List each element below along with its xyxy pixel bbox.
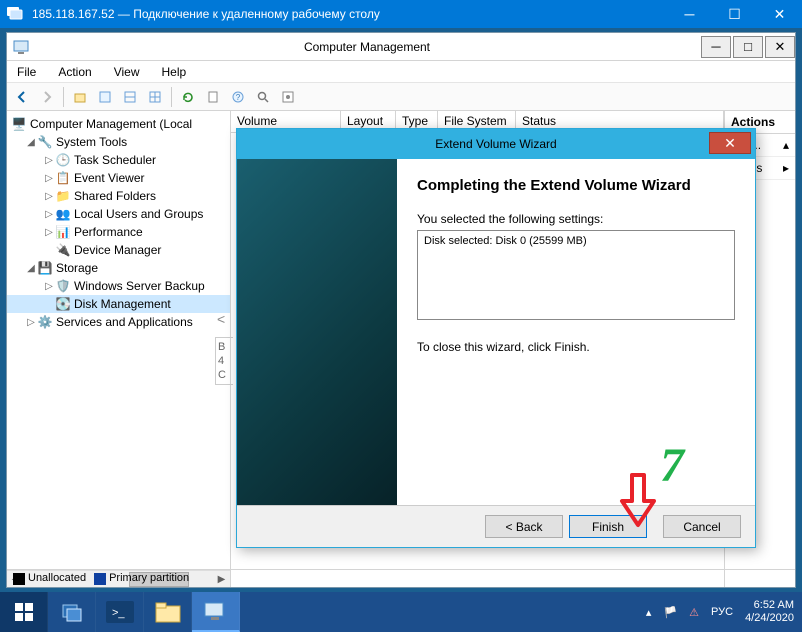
navigation-tree[interactable]: 🖥️Computer Management (Local ◢🔧System To… (7, 111, 231, 587)
mmc-title: Computer Management (35, 40, 699, 54)
wizard-setting-line: Disk selected: Disk 0 (25599 MB) (424, 235, 728, 247)
forward-button[interactable] (36, 86, 58, 108)
tree-event-viewer[interactable]: ▷📋Event Viewer (7, 169, 230, 187)
svg-text:>_: >_ (112, 607, 125, 619)
rdp-icon (6, 4, 26, 24)
find-button[interactable] (252, 86, 274, 108)
refresh-button[interactable] (177, 86, 199, 108)
annotation-arrow-icon (618, 473, 658, 528)
wizard-sidebar-image (237, 159, 397, 505)
taskbar-server-manager[interactable] (48, 592, 96, 632)
view-detail-button[interactable] (144, 86, 166, 108)
rdp-minimize-button[interactable]: ─ (667, 0, 712, 28)
wizard-close-button[interactable]: ✕ (709, 132, 751, 154)
tree-ws-backup[interactable]: ▷🛡️Windows Server Backup (7, 277, 230, 295)
tree-storage[interactable]: ◢💾Storage (7, 259, 230, 277)
properties-button[interactable] (94, 86, 116, 108)
menu-file[interactable]: File (13, 63, 40, 81)
tree-system-tools[interactable]: ◢🔧System Tools (7, 133, 230, 151)
export-button[interactable] (202, 86, 224, 108)
tree-disk-management[interactable]: 💽Disk Management (7, 295, 230, 313)
tree-root[interactable]: 🖥️Computer Management (Local (7, 115, 230, 133)
disk-icon: 💽 (55, 296, 71, 312)
wizard-button-bar: < Back Finish Cancel (237, 505, 755, 547)
wizard-content: Completing the Extend Volume Wizard You … (397, 159, 755, 505)
tree-local-users[interactable]: ▷👥Local Users and Groups (7, 205, 230, 223)
mmc-title-bar: Computer Management ─ □ ✕ (7, 33, 795, 61)
wizard-settings-list: Disk selected: Disk 0 (25599 MB) (417, 230, 735, 320)
mmc-minimize-button[interactable]: ─ (701, 36, 731, 58)
menu-view[interactable]: View (110, 63, 144, 81)
taskbar-explorer[interactable] (144, 592, 192, 632)
wizard-heading: Completing the Extend Volume Wizard (417, 177, 735, 194)
back-button[interactable]: < Back (485, 515, 563, 538)
tree-task-scheduler[interactable]: ▷🕒Task Scheduler (7, 151, 230, 169)
tray-language[interactable]: РУС (711, 606, 733, 618)
mmc-app-icon (13, 39, 29, 55)
rdp-maximize-button[interactable]: ☐ (712, 0, 757, 28)
taskbar-powershell[interactable]: >_ (96, 592, 144, 632)
cancel-button[interactable]: Cancel (663, 515, 741, 538)
chevron-right-icon: ▸ (783, 161, 789, 175)
wizard-subtext: You selected the following settings: (417, 212, 735, 226)
settings-button[interactable] (277, 86, 299, 108)
computer-icon: 🖥️ (11, 116, 27, 132)
tray-clock[interactable]: 6:52 AM 4/24/2020 (745, 599, 794, 625)
folder-icon: 📁 (55, 188, 71, 204)
annotation-step-number: 7 (660, 438, 684, 493)
users-icon: 👥 (55, 206, 71, 222)
rdp-title: 185.118.167.52 — Подключение к удаленном… (32, 7, 667, 21)
chevron-up-icon: ▴ (783, 138, 789, 152)
taskbar: >_ ▴ 🏳️ ⚠ РУС 6:52 AM 4/24/2020 (0, 592, 802, 632)
event-icon: 📋 (55, 170, 71, 186)
mmc-menu-bar: File Action View Help (7, 61, 795, 83)
desktop: Computer Management ─ □ ✕ File Action Vi… (0, 28, 802, 592)
tree-services-apps[interactable]: ▷⚙️Services and Applications (7, 313, 230, 331)
taskbar-computer-management[interactable] (192, 592, 240, 632)
services-icon: ⚙️ (37, 314, 53, 330)
up-button[interactable] (69, 86, 91, 108)
legend: Unallocated Primary partition (7, 569, 795, 587)
device-icon: 🔌 (55, 242, 71, 258)
svg-text:?: ? (236, 93, 241, 102)
rdp-title-bar: 185.118.167.52 — Подключение к удаленном… (0, 0, 802, 28)
tray-chevron-icon[interactable]: ▴ (646, 606, 652, 619)
start-button[interactable] (0, 592, 48, 632)
menu-help[interactable]: Help (158, 63, 191, 81)
tools-icon: 🔧 (37, 134, 53, 150)
mmc-toolbar: ? (7, 83, 795, 111)
menu-action[interactable]: Action (54, 63, 95, 81)
tree-shared-folders[interactable]: ▷📁Shared Folders (7, 187, 230, 205)
view-list-button[interactable] (119, 86, 141, 108)
mmc-close-button[interactable]: ✕ (765, 36, 795, 58)
back-button[interactable] (11, 86, 33, 108)
wizard-title-bar[interactable]: Extend Volume Wizard ✕ (237, 129, 755, 159)
tree-device-manager[interactable]: 🔌Device Manager (7, 241, 230, 259)
wizard-close-hint: To close this wizard, click Finish. (417, 340, 735, 354)
rdp-close-button[interactable]: ✕ (757, 0, 802, 28)
mmc-maximize-button[interactable]: □ (733, 36, 763, 58)
tree-performance[interactable]: ▷📊Performance (7, 223, 230, 241)
help-button[interactable]: ? (227, 86, 249, 108)
tray-network-icon[interactable]: ⚠ (689, 606, 699, 619)
system-tray: ▴ 🏳️ ⚠ РУС 6:52 AM 4/24/2020 (646, 592, 802, 632)
tray-flag-icon[interactable]: 🏳️ (663, 606, 677, 619)
clock-icon: 🕒 (55, 152, 71, 168)
wizard-title: Extend Volume Wizard (435, 137, 556, 151)
backup-icon: 🛡️ (55, 278, 71, 294)
scroll-left-icon[interactable]: < (217, 311, 225, 327)
performance-icon: 📊 (55, 224, 71, 240)
storage-icon: 💾 (37, 260, 53, 276)
